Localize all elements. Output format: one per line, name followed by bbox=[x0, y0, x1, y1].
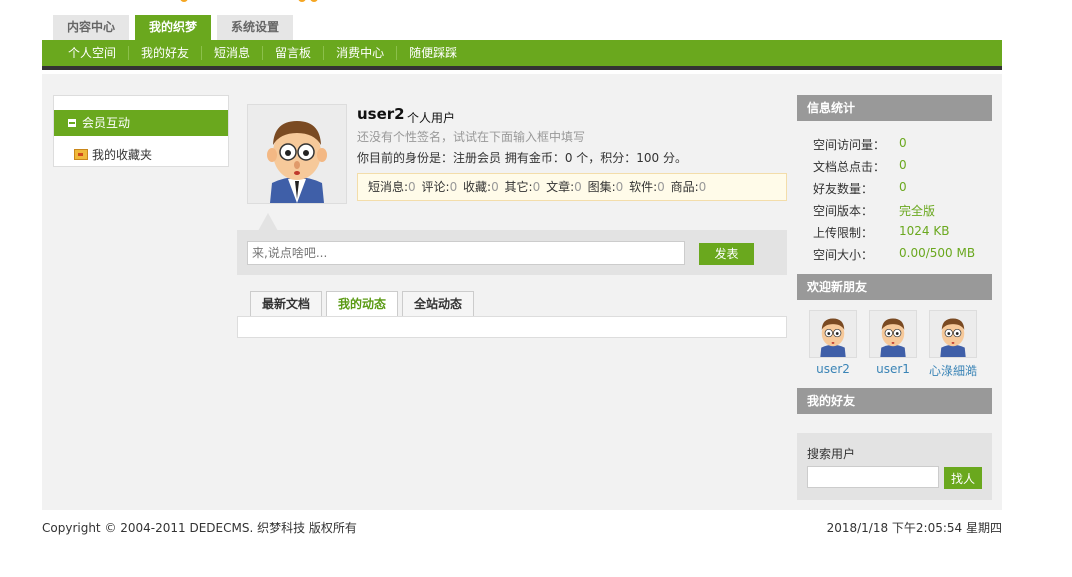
tab-latest-docs[interactable]: 最新文档 bbox=[250, 291, 323, 317]
tab-system-settings[interactable]: 系统设置 bbox=[217, 15, 294, 40]
info-value: 1024 KB bbox=[899, 224, 950, 238]
stat-value: 0 bbox=[532, 180, 541, 194]
nav-guestbook[interactable]: 留言板 bbox=[263, 46, 325, 60]
tab-site-activity[interactable]: 全站动态 bbox=[402, 291, 475, 317]
nav-personal-space[interactable]: 个人空间 bbox=[56, 46, 130, 60]
signature-text: 还没有个性签名，试试在下面输入框中填写 bbox=[357, 130, 586, 144]
identity-text: 你目前的身份是：注册会员 拥有金币：0 个，积分：100 分。 bbox=[357, 151, 687, 165]
user-search-input[interactable] bbox=[807, 466, 939, 488]
new-friend-card[interactable]: user2 bbox=[809, 310, 857, 376]
friend-name[interactable]: 心淥細澔 bbox=[929, 362, 977, 379]
menu-item-label: 我的收藏夹 bbox=[92, 148, 153, 162]
find-user-button[interactable]: 找人 bbox=[944, 467, 982, 489]
username[interactable]: user2 bbox=[357, 105, 405, 123]
user-search-box: 搜索用户 找人 bbox=[797, 433, 992, 500]
my-friends-heading: 我的好友 bbox=[797, 388, 992, 414]
user-type: 个人用户 bbox=[407, 111, 456, 125]
footer-datetime: 2018/1/18 下午2:05:54 星期四 bbox=[826, 521, 1002, 535]
friend-avatar[interactable] bbox=[929, 310, 977, 358]
info-value: 0 bbox=[899, 180, 907, 194]
menu-item-favorites[interactable]: 我的收藏夹 bbox=[74, 146, 152, 163]
stat-label[interactable]: 其它: bbox=[505, 180, 533, 194]
folder-icon bbox=[74, 149, 88, 160]
stats-box: 短消息:0 评论:0 收藏:0 其它:0 文章:0 图集:0 软件:0 商品:0 bbox=[357, 173, 787, 201]
info-row: 文档总点击： 0 bbox=[813, 158, 907, 175]
stat-value: 0 bbox=[449, 180, 458, 194]
stat-label[interactable]: 图集: bbox=[588, 180, 616, 194]
nav-short-messages[interactable]: 短消息 bbox=[202, 46, 264, 60]
footer-copyright: Copyright © 2004-2011 DEDECMS. 织梦科技 版权所有 bbox=[42, 521, 357, 535]
info-label: 上传限制： bbox=[813, 226, 874, 240]
avatar-pointer bbox=[258, 213, 278, 231]
info-row: 上传限制： 1024 KB bbox=[813, 224, 949, 241]
friend-name[interactable]: user2 bbox=[809, 362, 857, 376]
info-row: 空间版本： 完全版 bbox=[813, 202, 935, 219]
post-input[interactable] bbox=[247, 241, 685, 265]
stat-value: 0 bbox=[657, 180, 665, 194]
stat-value: 0 bbox=[574, 180, 582, 194]
stat-label[interactable]: 商品: bbox=[671, 180, 699, 194]
stat-value: 0 bbox=[491, 180, 499, 194]
friend-name[interactable]: user1 bbox=[869, 362, 917, 376]
friend-avatar[interactable] bbox=[869, 310, 917, 358]
info-label: 空间版本： bbox=[813, 204, 874, 218]
info-value: 0.00/500 MB bbox=[899, 246, 976, 260]
info-label: 空间访问量： bbox=[813, 138, 886, 152]
menu-section-member-interaction[interactable]: 会员互动 bbox=[54, 110, 228, 136]
stat-label[interactable]: 短消息: bbox=[368, 180, 408, 194]
stat-label[interactable]: 文章: bbox=[546, 180, 574, 194]
main-nav: 个人空间 我的好友 短消息 留言板 消费中心 随便踩踩 bbox=[42, 40, 1002, 70]
tab-content-center[interactable]: 内容中心 bbox=[53, 15, 130, 40]
menu-section-label: 会员互动 bbox=[82, 116, 131, 130]
info-row: 空间访问量： 0 bbox=[813, 136, 907, 153]
tab-my-dede[interactable]: 我的织梦 bbox=[135, 15, 212, 40]
cartoon-avatar-icon bbox=[870, 311, 916, 357]
feed-panel bbox=[237, 316, 787, 338]
stat-label[interactable]: 评论: bbox=[422, 180, 450, 194]
friend-avatar[interactable] bbox=[809, 310, 857, 358]
left-menu: 会员互动 我的收藏夹 bbox=[53, 95, 229, 167]
cartoon-avatar-icon bbox=[248, 105, 346, 203]
stat-value: 0 bbox=[615, 180, 624, 194]
info-value: 完全版 bbox=[899, 204, 936, 218]
new-friend-card[interactable]: 心淥細澔 bbox=[929, 310, 977, 379]
info-value: 0 bbox=[899, 158, 907, 172]
stat-label[interactable]: 收藏: bbox=[463, 180, 491, 194]
logo-fragment bbox=[180, 0, 330, 4]
user-avatar[interactable] bbox=[247, 104, 347, 204]
info-label: 空间大小： bbox=[813, 248, 874, 262]
cartoon-avatar-icon bbox=[930, 311, 976, 357]
info-row: 空间大小： 0.00/500 MB bbox=[813, 246, 975, 263]
new-friend-card[interactable]: user1 bbox=[869, 310, 917, 376]
new-friends-heading: 欢迎新朋友 bbox=[797, 274, 992, 300]
info-row: 好友数量： 0 bbox=[813, 180, 907, 197]
info-value: 0 bbox=[899, 136, 907, 150]
tab-my-activity[interactable]: 我的动态 bbox=[326, 291, 399, 317]
info-label: 好友数量： bbox=[813, 182, 874, 196]
info-label: 文档总点击： bbox=[813, 160, 886, 174]
feed-tabs: 最新文档 我的动态 全站动态 bbox=[250, 291, 478, 317]
nav-random-visit[interactable]: 随便踩踩 bbox=[397, 46, 469, 60]
nav-my-friends[interactable]: 我的好友 bbox=[129, 46, 203, 60]
stat-value: 0 bbox=[698, 180, 707, 194]
cartoon-avatar-icon bbox=[810, 311, 856, 357]
stat-label[interactable]: 软件: bbox=[629, 180, 657, 194]
top-tabs: 内容中心 我的织梦 系统设置 bbox=[53, 15, 299, 40]
post-submit-button[interactable]: 发表 bbox=[699, 243, 754, 265]
stat-value: 0 bbox=[408, 180, 416, 194]
nav-consumption-center[interactable]: 消费中心 bbox=[324, 46, 398, 60]
collapse-icon bbox=[68, 119, 76, 127]
post-box: 发表 bbox=[237, 230, 787, 275]
search-label: 搜索用户 bbox=[807, 447, 856, 461]
info-stats-heading: 信息统计 bbox=[797, 95, 992, 121]
